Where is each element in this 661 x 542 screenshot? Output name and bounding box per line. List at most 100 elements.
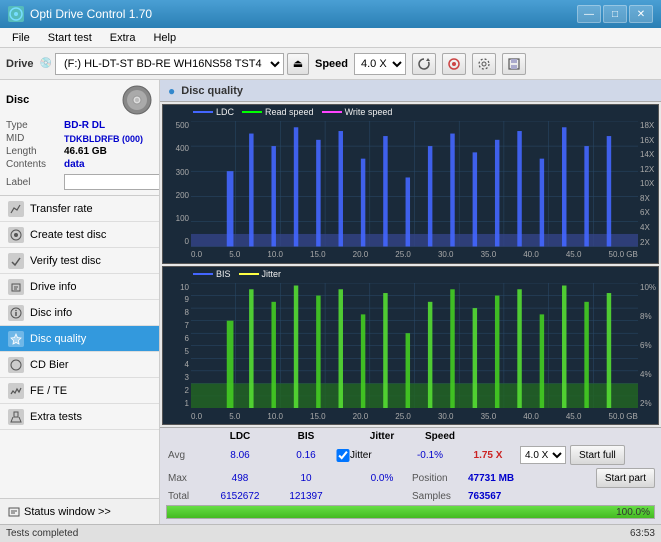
progress-bar: 100.0% bbox=[166, 505, 655, 519]
fe-te-label: FE / TE bbox=[30, 385, 67, 397]
window-controls: — □ ✕ bbox=[577, 5, 653, 23]
legend-write-speed: Write speed bbox=[322, 107, 393, 117]
disc-header: Disc bbox=[6, 84, 153, 116]
mid-row: MID TDKBLDRFB (000) bbox=[6, 133, 153, 144]
charts-area: 500 400 300 200 100 0 18X 16X 14X 12X 10… bbox=[160, 102, 661, 427]
position-value: 47731 MB bbox=[468, 473, 514, 484]
bis-dot bbox=[193, 273, 213, 275]
max-bis: 10 bbox=[276, 473, 336, 484]
nav-create-test-disc[interactable]: Create test disc bbox=[0, 222, 159, 248]
disc-quality-label: Disc quality bbox=[30, 333, 86, 345]
max-ldc: 498 bbox=[204, 473, 276, 484]
speed-select[interactable]: 4.0 X 2.0 X 8.0 X bbox=[354, 53, 406, 75]
app-icon bbox=[8, 6, 24, 22]
titlebar: Opti Drive Control 1.70 — □ ✕ bbox=[0, 0, 661, 28]
avg-bis: 0.16 bbox=[276, 450, 336, 461]
extra-tests-label: Extra tests bbox=[30, 411, 82, 423]
max-label: Max bbox=[168, 473, 204, 484]
label-label: Label bbox=[6, 177, 64, 188]
quality-icon: ● bbox=[168, 84, 175, 98]
nav-drive-info[interactable]: Drive info bbox=[0, 274, 159, 300]
total-ldc: 6152672 bbox=[204, 491, 276, 502]
status-window-label: Status window >> bbox=[24, 506, 111, 518]
status-window-icon bbox=[8, 506, 20, 518]
cd-bier-icon bbox=[8, 357, 24, 373]
start-full-button[interactable]: Start full bbox=[570, 445, 625, 465]
settings-button[interactable] bbox=[472, 53, 496, 75]
nav-transfer-rate[interactable]: Transfer rate bbox=[0, 196, 159, 222]
scan-speed-select[interactable]: 4.0 X 2.0 X bbox=[520, 446, 566, 464]
jitter-header: Jitter bbox=[352, 431, 412, 442]
total-label: Total bbox=[168, 491, 204, 502]
jitter-checkbox-label: Jitter bbox=[350, 450, 400, 461]
maximize-button[interactable]: □ bbox=[603, 5, 627, 23]
menu-start-test[interactable]: Start test bbox=[40, 30, 100, 46]
samples-value: 763567 bbox=[468, 491, 501, 502]
start-part-button[interactable]: Start part bbox=[596, 468, 655, 488]
max-row: Max 498 10 0.0% Position 47731 MB Start … bbox=[166, 468, 655, 488]
y-axis-left-1: 500 400 300 200 100 0 bbox=[163, 121, 191, 247]
quality-title: Disc quality bbox=[181, 85, 243, 97]
nav-verify-test-disc[interactable]: Verify test disc bbox=[0, 248, 159, 274]
refresh-button[interactable] bbox=[412, 53, 436, 75]
nav-cd-bier[interactable]: CD Bier bbox=[0, 352, 159, 378]
eject-button[interactable]: ⏏ bbox=[287, 53, 309, 75]
menu-file[interactable]: File bbox=[4, 30, 38, 46]
legend-read-speed: Read speed bbox=[242, 107, 314, 117]
label-input[interactable] bbox=[64, 174, 160, 190]
drive-info-icon bbox=[8, 279, 24, 295]
disc-title: Disc bbox=[6, 94, 29, 106]
mid-value: TDKBLDRFB (000) bbox=[64, 134, 143, 144]
bottom-controls: LDC BIS Jitter Speed Avg 8.06 0.16 Jitte… bbox=[160, 427, 661, 524]
avg-row: Avg 8.06 0.16 Jitter -0.1% 1.75 X 4.0 X … bbox=[166, 445, 655, 465]
menubar: File Start test Extra Help bbox=[0, 28, 661, 48]
close-button[interactable]: ✕ bbox=[629, 5, 653, 23]
disc-section: Disc Type BD-R DL MID TDKBLDRFB (000) Le… bbox=[0, 80, 159, 196]
create-test-disc-icon bbox=[8, 227, 24, 243]
legend-ldc: LDC bbox=[193, 107, 234, 117]
save-button[interactable] bbox=[502, 53, 526, 75]
nav-disc-info[interactable]: Disc info bbox=[0, 300, 159, 326]
legend-bis: BIS bbox=[193, 269, 231, 279]
burn-button[interactable] bbox=[442, 53, 466, 75]
drive-select[interactable]: (F:) HL-DT-ST BD-RE WH16NS58 TST4 bbox=[55, 53, 284, 75]
chart-ldc: 500 400 300 200 100 0 18X 16X 14X 12X 10… bbox=[162, 104, 659, 264]
legend-jitter: Jitter bbox=[239, 269, 282, 279]
contents-value: data bbox=[64, 159, 85, 170]
ldc-header: LDC bbox=[204, 431, 276, 442]
write-speed-dot bbox=[322, 111, 342, 113]
drive-icon: 💿 bbox=[40, 58, 52, 69]
status-window-button[interactable]: Status window >> bbox=[0, 498, 159, 524]
chart2-legend: BIS Jitter bbox=[193, 269, 281, 279]
minimize-button[interactable]: — bbox=[577, 5, 601, 23]
total-row: Total 6152672 121397 Samples 763567 bbox=[166, 491, 655, 502]
quality-header: ● Disc quality bbox=[160, 80, 661, 102]
main-content: Disc Type BD-R DL MID TDKBLDRFB (000) Le… bbox=[0, 80, 661, 524]
y-axis-right-2: 10% 8% 6% 4% 2% bbox=[638, 283, 658, 409]
x-axis-1: 0.0 5.0 10.0 15.0 20.0 25.0 30.0 35.0 40… bbox=[191, 247, 638, 263]
left-panel: Disc Type BD-R DL MID TDKBLDRFB (000) Le… bbox=[0, 80, 160, 524]
disc-info-icon bbox=[8, 305, 24, 321]
verify-test-disc-icon bbox=[8, 253, 24, 269]
type-label: Type bbox=[6, 120, 64, 131]
nav-fe-te[interactable]: FE / TE bbox=[0, 378, 159, 404]
speed-header: Speed bbox=[412, 431, 468, 442]
y-axis-right-1: 18X 16X 14X 12X 10X 8X 6X 4X 2X bbox=[638, 121, 658, 247]
status-bar: Tests completed 63:53 bbox=[0, 524, 661, 542]
jitter-checkbox[interactable] bbox=[336, 449, 350, 462]
titlebar-left: Opti Drive Control 1.70 bbox=[8, 6, 152, 22]
progress-bar-fill bbox=[167, 506, 654, 518]
menu-help[interactable]: Help bbox=[145, 30, 184, 46]
chart-bis: 10 9 8 7 6 5 4 3 2 1 10% 8% 6% 4% bbox=[162, 266, 659, 426]
nav-disc-quality[interactable]: Disc quality bbox=[0, 326, 159, 352]
bis-header: BIS bbox=[276, 431, 336, 442]
read-speed-dot bbox=[242, 111, 262, 113]
menu-extra[interactable]: Extra bbox=[102, 30, 144, 46]
jitter-dot bbox=[239, 273, 259, 275]
right-panel: ● Disc quality 500 400 300 200 100 0 18X bbox=[160, 80, 661, 524]
drive-info-label: Drive info bbox=[30, 281, 76, 293]
nav-extra-tests[interactable]: Extra tests bbox=[0, 404, 159, 430]
max-jitter: 0.0% bbox=[352, 473, 412, 484]
disc-icon bbox=[121, 84, 153, 116]
total-bis: 121397 bbox=[276, 491, 336, 502]
